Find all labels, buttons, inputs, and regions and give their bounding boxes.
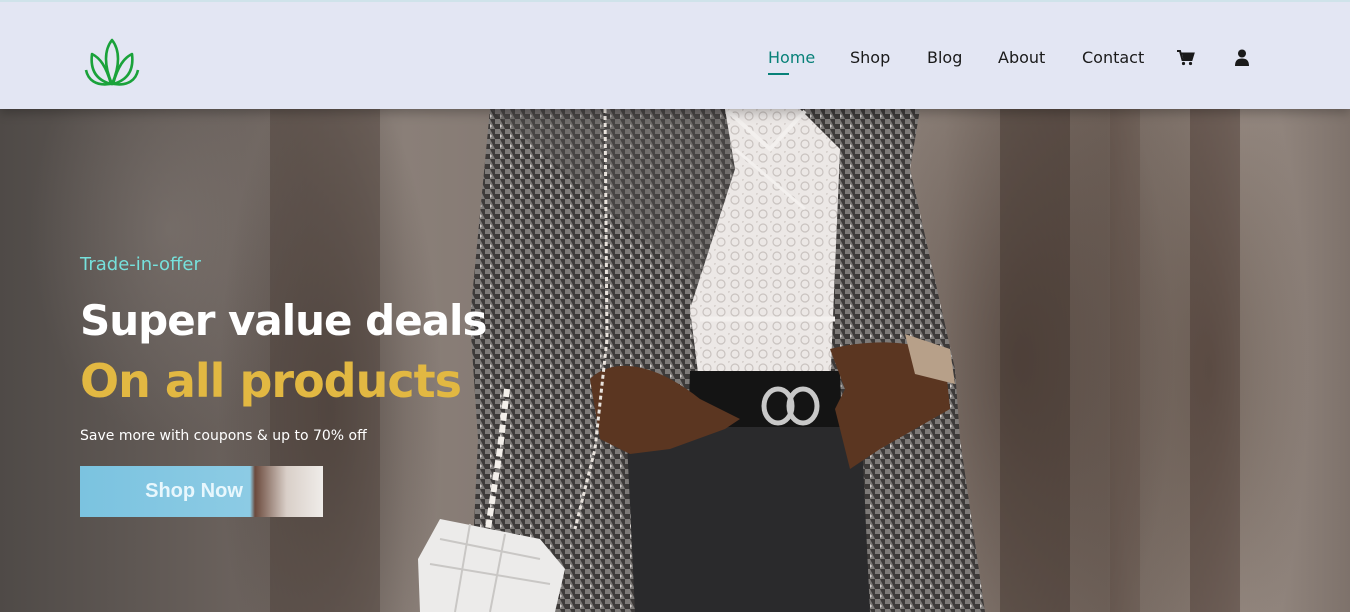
nav-contact[interactable]: Contact [1082,48,1144,67]
nav-home[interactable]: Home [768,48,815,75]
site-header: Home Shop Blog About Contact [0,0,1350,109]
hero-headline: Super value deals [80,296,487,345]
cart-icon[interactable] [1176,48,1196,68]
hero-promo-text: Save more with coupons & up to 70% off [80,428,367,444]
hero-banner: Trade-in-offer Super value deals On all … [0,109,1350,612]
nav-shop[interactable]: Shop [850,48,890,67]
hero-tagline: Trade-in-offer [80,254,201,275]
nav-blog[interactable]: Blog [927,48,962,67]
lotus-logo-icon[interactable] [84,36,140,88]
user-icon[interactable] [1232,48,1252,68]
nav-about[interactable]: About [998,48,1045,67]
shop-now-button[interactable]: Shop Now [80,466,323,517]
shop-now-label: Shop Now [145,480,243,502]
hero-subheadline: On all products [80,354,462,408]
